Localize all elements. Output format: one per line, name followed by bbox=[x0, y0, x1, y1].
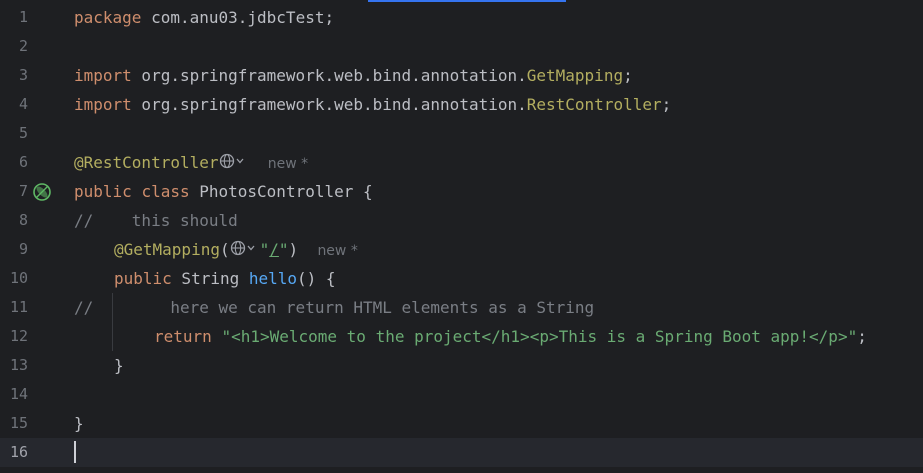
globe-icon[interactable] bbox=[219, 149, 249, 178]
code-line-7[interactable]: 7 public class PhotosController { bbox=[0, 177, 923, 206]
closing-brace[interactable]: } bbox=[74, 409, 84, 438]
string-quote: " bbox=[278, 240, 289, 259]
mapping-path[interactable]: / bbox=[269, 240, 279, 259]
line-number: 14 bbox=[9, 385, 28, 403]
method-signature: () { bbox=[297, 269, 336, 288]
code-line-14[interactable]: 14 bbox=[0, 380, 923, 409]
code-line-15[interactable]: 15 } bbox=[0, 409, 923, 438]
spring-bean-icon[interactable] bbox=[32, 182, 52, 202]
line-number: 1 bbox=[18, 8, 28, 26]
code-line-3[interactable]: 3 import org.springframework.web.bind.an… bbox=[0, 61, 923, 90]
text-caret bbox=[74, 441, 76, 463]
import-path: org.springframework.web.bind.annotation. bbox=[131, 95, 527, 114]
code-line-10[interactable]: 10 public String hello() { bbox=[0, 264, 923, 293]
code-line-5[interactable]: 5 bbox=[0, 119, 923, 148]
code-line-4[interactable]: 4 import org.springframework.web.bind.an… bbox=[0, 90, 923, 119]
line-number: 16 bbox=[9, 443, 28, 461]
keyword: public bbox=[114, 269, 172, 288]
code-line-16[interactable]: 16 bbox=[0, 438, 923, 467]
code-text[interactable]: public String hello() { bbox=[114, 264, 336, 293]
code-line-9[interactable]: 9 @GetMapping( "/") new * bbox=[0, 235, 923, 264]
string-literal: "<h1>Welcome to the project</h1><p>This … bbox=[221, 327, 858, 346]
code-line-6[interactable]: 6 @RestController new * bbox=[0, 148, 923, 177]
code-line-13[interactable]: 13 } bbox=[0, 351, 923, 380]
annotation: @GetMapping bbox=[114, 240, 220, 259]
code-text[interactable]: package com.anu03.jdbcTest; bbox=[74, 3, 334, 32]
imported-class: GetMapping bbox=[526, 66, 624, 85]
author-inlay-hint[interactable]: new * bbox=[268, 156, 308, 172]
code-editor[interactable]: 1 package com.anu03.jdbcTest; 2 3 import… bbox=[0, 0, 923, 473]
line-number: 9 bbox=[18, 240, 28, 258]
globe-icon[interactable] bbox=[230, 236, 260, 265]
comment[interactable]: // here we can return HTML elements as a… bbox=[74, 293, 594, 322]
code-text[interactable]: import org.springframework.web.bind.anno… bbox=[74, 90, 671, 119]
class-declaration: PhotosController { bbox=[189, 182, 373, 201]
annotation: @RestController bbox=[74, 153, 219, 172]
code-line-1[interactable]: 1 package com.anu03.jdbcTest; bbox=[0, 3, 923, 32]
line-number: 15 bbox=[9, 414, 28, 432]
comment[interactable]: // this should bbox=[74, 206, 238, 235]
code-text[interactable]: return "<h1>Welcome to the project</h1><… bbox=[154, 322, 867, 351]
keyword: class bbox=[141, 182, 190, 201]
code-text[interactable]: public class PhotosController { bbox=[74, 177, 373, 206]
keyword: package bbox=[74, 8, 142, 27]
code-text[interactable]: import org.springframework.web.bind.anno… bbox=[74, 61, 633, 90]
string-quote: " bbox=[259, 240, 270, 259]
line-number: 5 bbox=[18, 124, 28, 142]
line-number: 11 bbox=[9, 298, 28, 316]
indent-guide bbox=[112, 293, 113, 351]
code-line-8[interactable]: 8 // this should bbox=[0, 206, 923, 235]
closing-brace[interactable]: } bbox=[114, 351, 124, 380]
line-number: 2 bbox=[18, 37, 28, 55]
code-text[interactable]: @GetMapping( "/") new * bbox=[114, 235, 358, 266]
package-name: com.anu03.jdbcTest; bbox=[141, 8, 335, 27]
code-text[interactable]: @RestController new * bbox=[74, 148, 308, 179]
paren-close: ) bbox=[288, 240, 299, 259]
method-name: hello bbox=[248, 269, 298, 288]
code-line-2[interactable]: 2 bbox=[0, 32, 923, 61]
code-line-12[interactable]: 12 return "<h1>Welcome to the project</h… bbox=[0, 322, 923, 351]
line-number: 12 bbox=[9, 327, 28, 345]
line-number: 6 bbox=[18, 153, 28, 171]
paren-open: ( bbox=[219, 240, 230, 259]
line-number: 13 bbox=[9, 356, 28, 374]
keyword: public bbox=[74, 182, 132, 201]
line-number: 7 bbox=[18, 182, 28, 200]
line-number: 4 bbox=[18, 95, 28, 113]
line-number: 3 bbox=[18, 66, 28, 84]
keyword: import bbox=[74, 95, 132, 114]
line-number: 10 bbox=[9, 269, 28, 287]
keyword: import bbox=[74, 66, 132, 85]
line-number: 8 bbox=[18, 211, 28, 229]
imported-class: RestController bbox=[526, 95, 662, 114]
active-tab-indicator bbox=[368, 0, 566, 2]
author-inlay-hint[interactable]: new * bbox=[317, 243, 357, 259]
semicolon: ; bbox=[623, 66, 633, 85]
code-line-11[interactable]: 11 // here we can return HTML elements a… bbox=[0, 293, 923, 322]
return-type: String bbox=[171, 269, 249, 288]
semicolon: ; bbox=[661, 95, 672, 114]
semicolon: ; bbox=[857, 327, 867, 346]
import-path: org.springframework.web.bind.annotation. bbox=[131, 66, 527, 85]
keyword: return bbox=[154, 327, 212, 346]
